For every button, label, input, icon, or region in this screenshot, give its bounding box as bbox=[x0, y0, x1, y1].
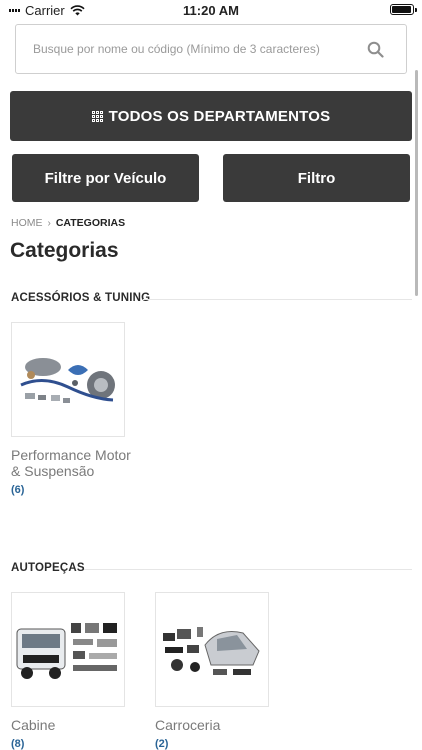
all-departments-label: TODOS OS DEPARTAMENTOS bbox=[108, 107, 331, 125]
category-name[interactable]: Cabine bbox=[11, 717, 131, 733]
category-count[interactable]: (2) bbox=[155, 738, 275, 750]
breadcrumb: HOME › CATEGORIAS bbox=[11, 217, 125, 229]
search-placeholder: Busque por nome ou código (Mínimo de 3 c… bbox=[33, 42, 320, 56]
category-name[interactable]: Performance Motor & Suspensão bbox=[11, 447, 131, 479]
battery-icon bbox=[390, 4, 417, 15]
filter-button[interactable]: Filtro bbox=[223, 154, 410, 202]
app-screen: Carrier 11:20 AM Busque por nome ou códi… bbox=[0, 0, 422, 750]
category-count[interactable]: (8) bbox=[11, 738, 131, 750]
section-title-autopecas: AUTOPEÇAS bbox=[11, 562, 85, 574]
category-card-cabine[interactable]: Cabine (8) bbox=[11, 592, 131, 750]
all-departments-button[interactable]: TODOS OS DEPARTAMENTOS bbox=[10, 91, 412, 141]
breadcrumb-current: CATEGORIAS bbox=[55, 217, 126, 229]
section-title-accessories: ACESSÓRIOS & TUNING bbox=[11, 292, 151, 304]
turbo-kit-image[interactable] bbox=[11, 322, 125, 437]
search-input[interactable]: Busque por nome ou código (Mínimo de 3 c… bbox=[15, 24, 407, 74]
category-card-carroceria[interactable]: Carroceria (2) bbox=[155, 592, 275, 750]
section-divider bbox=[84, 569, 412, 570]
page-title: Categorias bbox=[10, 239, 119, 262]
category-count[interactable]: (6) bbox=[11, 484, 131, 496]
section-divider bbox=[143, 299, 412, 300]
scrollbar[interactable] bbox=[415, 70, 418, 296]
breadcrumb-separator: › bbox=[47, 217, 51, 229]
grid-icon bbox=[91, 110, 103, 122]
status-right bbox=[390, 4, 417, 15]
status-bar: Carrier 11:20 AM bbox=[0, 0, 422, 22]
car-body-parts-image[interactable] bbox=[155, 592, 269, 707]
truck-cabin-image[interactable] bbox=[11, 592, 125, 707]
category-name[interactable]: Carroceria bbox=[155, 717, 275, 733]
status-time: 11:20 AM bbox=[183, 3, 239, 18]
search-icon[interactable] bbox=[367, 41, 384, 58]
filter-by-vehicle-button[interactable]: Filtre por Veículo bbox=[12, 154, 199, 202]
category-card-performance[interactable]: Performance Motor & Suspensão (6) bbox=[11, 322, 131, 496]
breadcrumb-home[interactable]: HOME bbox=[11, 217, 43, 229]
